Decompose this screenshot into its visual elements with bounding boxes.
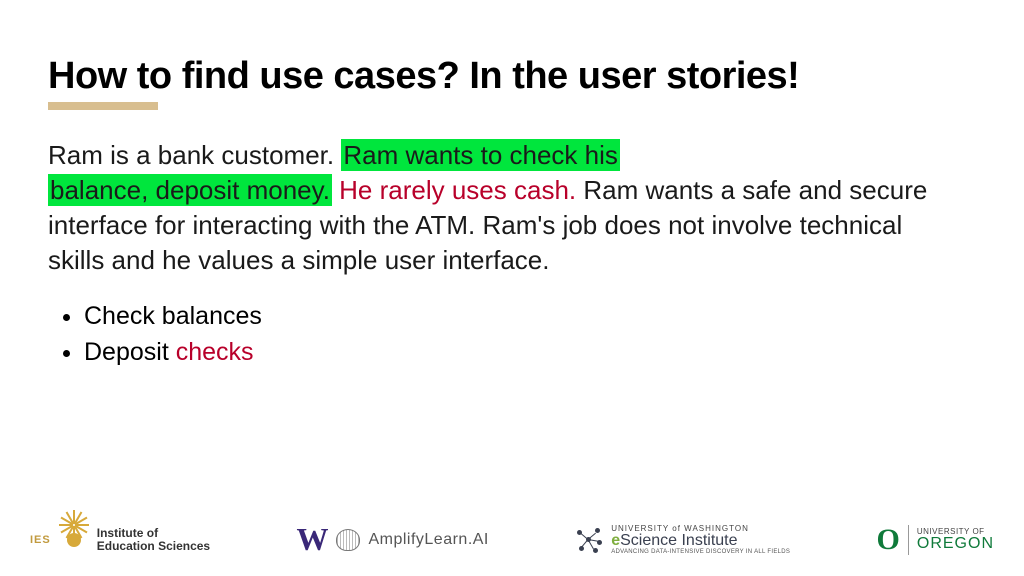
ies-logo: IES Institute of Education Sciences [30, 525, 210, 555]
story-part-1: Ram is a bank customer. [48, 140, 341, 170]
story-highlight-1: Ram wants to check his [341, 139, 620, 171]
bullet-2-text-b: checks [176, 338, 254, 366]
story-highlight-2: balance, deposit money. [48, 174, 332, 206]
title-underline [48, 102, 158, 110]
user-story-paragraph: Ram is a bank customer. Ram wants to che… [48, 138, 948, 278]
network-icon [575, 526, 603, 554]
ies-letters: IES [30, 534, 51, 546]
escience-main: eScience Institute [611, 533, 790, 549]
oregon-o-icon: O [877, 523, 900, 557]
escience-text: UNIVERSITY of WASHINGTON eScience Instit… [611, 525, 790, 555]
ies-line2: Education Sciences [97, 540, 210, 553]
bullet-deposit-checks: Deposit checks [84, 336, 976, 370]
bullet-2-text-a: Deposit [84, 338, 176, 366]
escience-rest: Science Institute [620, 532, 737, 549]
logo-footer: IES Institute of Education Sciences W Am… [0, 521, 1024, 558]
ies-text: Institute of Education Sciences [97, 527, 210, 552]
slide-body: How to find use cases? In the user stori… [0, 0, 1024, 370]
story-red-1: He rarely uses cash. [332, 175, 576, 205]
uw-w-icon: W [296, 521, 328, 558]
sun-icon [59, 525, 89, 555]
oregon-logo: O UNIVERSITY OF OREGON [877, 523, 994, 557]
brain-icon [336, 529, 360, 551]
slide-title: How to find use cases? In the user stori… [48, 56, 976, 98]
use-case-bullets: Check balances Deposit checks [48, 300, 976, 370]
divider-icon [908, 525, 909, 555]
amplify-text: AmplifyLearn.AI [368, 531, 488, 549]
oregon-main: OREGON [917, 536, 994, 552]
bullet-check-balances: Check balances [84, 300, 976, 334]
oregon-text: UNIVERSITY OF OREGON [917, 528, 994, 552]
ies-line1: Institute of [97, 527, 210, 540]
escience-logo: UNIVERSITY of WASHINGTON eScience Instit… [575, 525, 790, 555]
escience-sub: ADVANCING DATA-INTENSIVE DISCOVERY IN AL… [611, 549, 790, 555]
bullet-1-text: Check balances [84, 302, 262, 330]
uw-amplify-logo: W AmplifyLearn.AI [296, 521, 488, 558]
escience-e: e [611, 532, 620, 549]
